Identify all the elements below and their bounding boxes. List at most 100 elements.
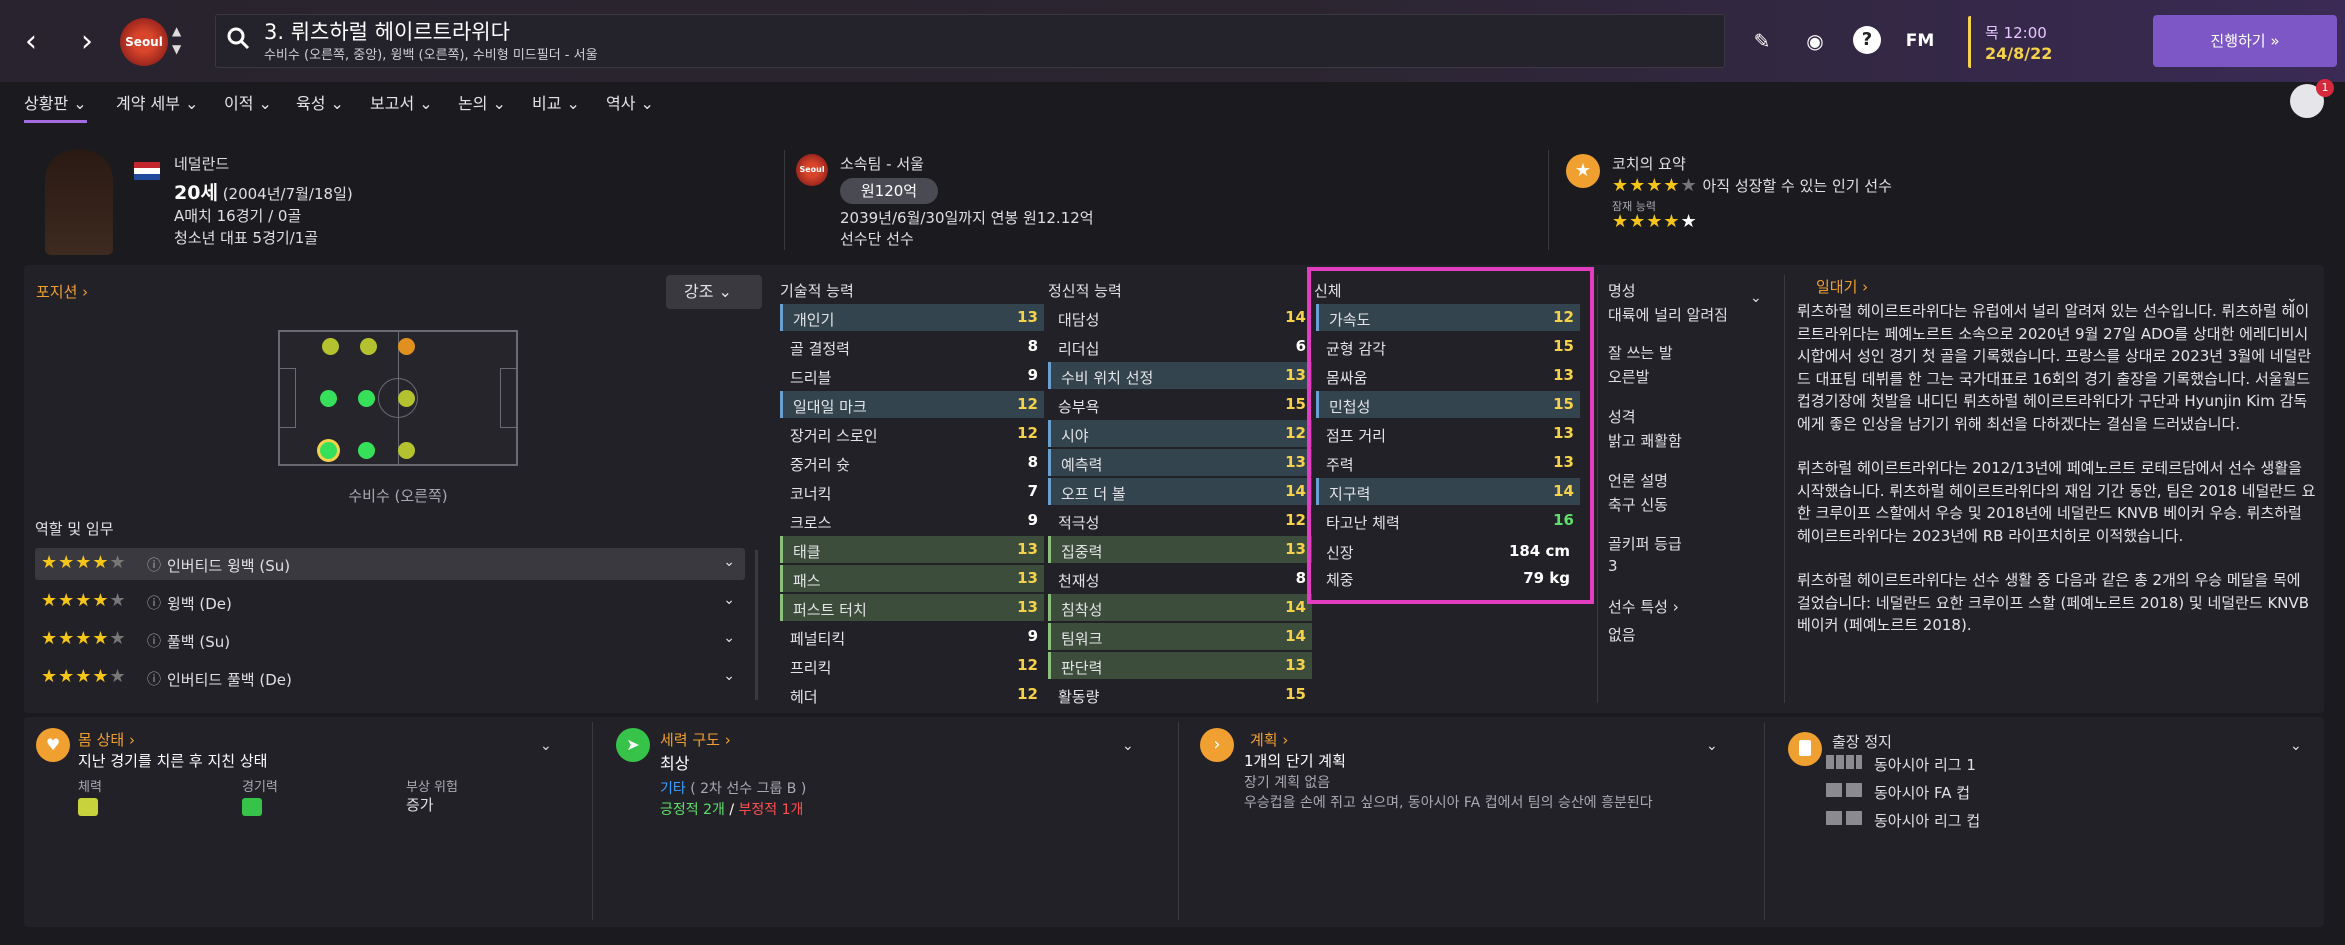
menu-transfer[interactable]: 이적 ⌄: [224, 90, 272, 114]
role-item[interactable]: ★★★★★ ⓘ 윙백 (De) ⌄: [35, 586, 745, 618]
player-switch-icon[interactable]: ▲ ▼: [172, 22, 181, 58]
attribute-row[interactable]: 오프 더 볼 14: [1048, 478, 1312, 505]
attribute-row[interactable]: 민첩성 15: [1316, 391, 1580, 418]
attribute-row[interactable]: 팀워크 14: [1048, 623, 1312, 650]
brain-icon[interactable]: ◉: [1800, 26, 1830, 56]
attribute-row[interactable]: 골 결정력 8: [780, 333, 1044, 360]
attribute-row[interactable]: 예측력 13: [1048, 449, 1312, 476]
positive-relations[interactable]: 긍정적 2개: [660, 802, 725, 818]
role-item[interactable]: ★★★★★ ⓘ 인버티드 윙백 (Su) ⌄: [35, 548, 745, 580]
role-stars-empty: ★: [109, 666, 127, 687]
attribute-row[interactable]: 균형 감각 15: [1316, 333, 1580, 360]
divider: [592, 722, 593, 920]
roles-scrollbar[interactable]: [755, 550, 758, 700]
attribute-row[interactable]: 몸싸움 13: [1316, 362, 1580, 389]
attribute-row[interactable]: 적극성 12: [1048, 507, 1312, 534]
attribute-row[interactable]: 장거리 스로인 12: [780, 420, 1044, 447]
attribute-row[interactable]: 페널티킥 9: [780, 623, 1044, 650]
forward-arrow-icon[interactable]: ›: [72, 22, 102, 62]
menu-overview[interactable]: 상황판 ⌄: [24, 90, 87, 123]
attribute-name: 드리블: [790, 369, 832, 387]
notification-badge[interactable]: 1: [2316, 79, 2334, 97]
position-title[interactable]: 포지션 ›: [36, 281, 88, 302]
chevron-down-icon[interactable]: ⌄: [540, 738, 552, 754]
position-dot: [320, 390, 337, 407]
plans-title[interactable]: 계획 ›: [1250, 729, 1288, 750]
attribute-row[interactable]: 중거리 슛 8: [780, 449, 1044, 476]
attribute-row[interactable]: 가속도 12: [1316, 304, 1580, 331]
attribute-row[interactable]: 천재성 8: [1048, 565, 1312, 592]
menu-development[interactable]: 육성 ⌄: [296, 90, 344, 114]
menu-reports[interactable]: 보고서 ⌄: [370, 90, 433, 114]
nationality[interactable]: 네덜란드: [174, 153, 229, 174]
attribute-row[interactable]: 지구력 14: [1316, 478, 1580, 505]
attribute-row[interactable]: 점프 거리 13: [1316, 420, 1580, 447]
attribute-row[interactable]: 집중력 13: [1048, 536, 1312, 563]
attribute-row[interactable]: 승부욕 15: [1048, 391, 1312, 418]
attribute-row[interactable]: 수비 위치 선정 13: [1048, 362, 1312, 389]
fm-menu-icon[interactable]: FM: [1905, 26, 1935, 56]
info-icon[interactable]: ⓘ: [147, 555, 161, 575]
attribute-row[interactable]: 대담성 14: [1048, 304, 1312, 331]
info-icon[interactable]: ⓘ: [147, 631, 161, 651]
attribute-name: 민첩성: [1329, 398, 1371, 416]
attribute-row[interactable]: 활동량 15: [1048, 681, 1312, 708]
chevron-down-icon[interactable]: ⌄: [1750, 290, 1762, 306]
club-badge-small[interactable]: Seoul: [796, 154, 828, 186]
attribute-row[interactable]: 리더십 6: [1048, 333, 1312, 360]
info-icon[interactable]: ⓘ: [147, 593, 161, 613]
chevron-down-icon[interactable]: ⌄: [723, 630, 735, 646]
attribute-row[interactable]: 헤더 12: [780, 681, 1044, 708]
attribute-value: 13: [1553, 453, 1574, 471]
back-arrow-icon[interactable]: ‹: [16, 22, 46, 62]
coach-star-icon: ★: [1566, 154, 1600, 188]
traits-link[interactable]: 선수 특성 ›: [1608, 596, 1679, 617]
attribute-row[interactable]: 드리블 9: [780, 362, 1044, 389]
attribute-row[interactable]: 크로스 9: [780, 507, 1044, 534]
menu-contract[interactable]: 계약 세부 ⌄: [116, 90, 198, 114]
condition-title[interactable]: 몸 상태 ›: [78, 729, 135, 750]
club-badge[interactable]: Seoul: [120, 18, 168, 66]
attribute-row[interactable]: 퍼스트 터치 13: [780, 594, 1044, 621]
menu-compare[interactable]: 비교 ⌄: [532, 90, 580, 114]
dynamics-title[interactable]: 세력 구도 ›: [660, 729, 731, 750]
chevron-down-icon[interactable]: ⌄: [1706, 738, 1718, 754]
negative-relations[interactable]: 부정적 1개: [739, 802, 804, 818]
position-dot: [360, 338, 377, 355]
group-link[interactable]: 기타: [660, 781, 686, 797]
attribute-row[interactable]: 태클 13: [780, 536, 1044, 563]
menu-discussion[interactable]: 논의 ⌄: [458, 90, 506, 114]
role-item[interactable]: ★★★★★ ⓘ 인버티드 풀백 (De) ⌄: [35, 662, 745, 694]
menu-history[interactable]: 역사 ⌄: [606, 90, 654, 114]
fitness-heart-icon: [78, 798, 98, 816]
chevron-down-icon[interactable]: ⌄: [723, 668, 735, 684]
emphasis-dropdown[interactable]: 강조 ⌄: [666, 275, 762, 309]
attribute-row[interactable]: 패스 13: [780, 565, 1044, 592]
attribute-row[interactable]: 침착성 14: [1048, 594, 1312, 621]
role-stars-filled: ★★★★: [41, 666, 110, 687]
attribute-row[interactable]: 시야 12: [1048, 420, 1312, 447]
continue-button[interactable]: 진행하기 »: [2153, 15, 2337, 67]
attribute-name: 코너킥: [790, 485, 832, 503]
attribute-row[interactable]: 개인기 13: [780, 304, 1044, 331]
role-item[interactable]: ★★★★★ ⓘ 풀백 (Su) ⌄: [35, 624, 745, 656]
search-icon[interactable]: [226, 26, 250, 50]
attribute-row[interactable]: 일대일 마크 12: [780, 391, 1044, 418]
chevron-down-icon[interactable]: ⌄: [2290, 738, 2302, 754]
help-icon[interactable]: ?: [1853, 26, 1881, 54]
chevron-down-icon[interactable]: ⌄: [723, 554, 735, 570]
bio-title[interactable]: 일대기 ›: [1816, 276, 1868, 297]
chevron-down-icon[interactable]: ⌄: [1122, 738, 1134, 754]
info-icon[interactable]: ⓘ: [147, 669, 161, 689]
attribute-row[interactable]: 주력 13: [1316, 449, 1580, 476]
chevron-down-icon[interactable]: ⌄: [723, 592, 735, 608]
attribute-row[interactable]: 타고난 체력 16: [1316, 507, 1580, 534]
club-name[interactable]: 소속팀 - 서울: [840, 153, 924, 174]
reputation-label: 명성: [1608, 282, 1636, 300]
attribute-row[interactable]: 판단력 13: [1048, 652, 1312, 679]
attribute-row[interactable]: 코너킥 7: [780, 478, 1044, 505]
attribute-value: 13: [1285, 453, 1306, 471]
attribute-row[interactable]: 프리킥 12: [780, 652, 1044, 679]
bio-paragraph: 뤼츠하럴 헤이르트라위다는 유럽에서 널리 알려져 있는 선수입니다. 뤼츠하럴…: [1797, 302, 2312, 433]
pencil-icon[interactable]: ✎: [1747, 26, 1777, 56]
